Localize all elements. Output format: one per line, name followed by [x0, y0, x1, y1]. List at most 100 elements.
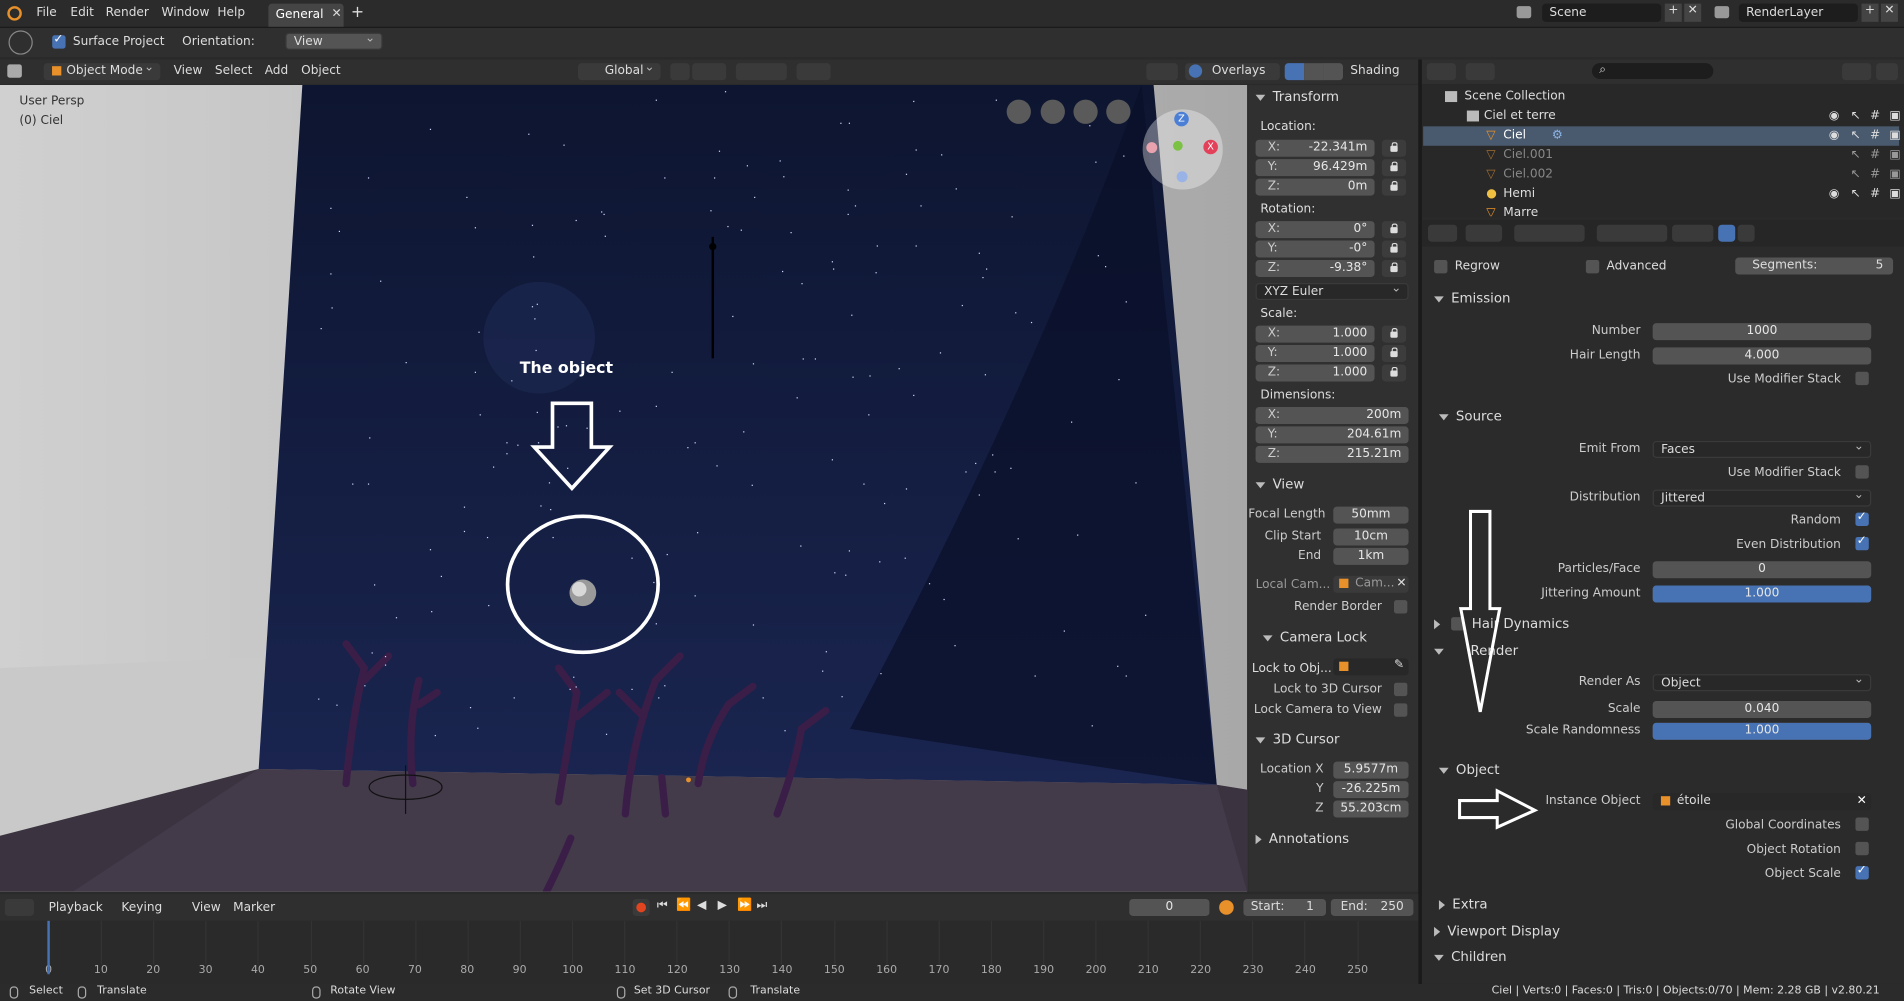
transform-panel-header[interactable]: Transform — [1255, 89, 1339, 104]
shading-material-button[interactable] — [1304, 63, 1324, 81]
visibility-eye-icon[interactable]: ◉ — [1829, 126, 1840, 145]
shading-solid-button[interactable] — [1284, 63, 1305, 81]
record-icon[interactable] — [632, 898, 650, 916]
timeline-ruler[interactable]: 0102030405060708090100110120130140150160… — [0, 920, 1419, 984]
lock-camera-to-view-checkbox[interactable] — [1394, 703, 1408, 717]
eyedropper-icon[interactable]: ✎ — [1394, 658, 1404, 671]
scene-icon[interactable] — [1516, 6, 1532, 19]
rotation-y-field[interactable]: Y: -0° — [1255, 240, 1375, 258]
shading-label[interactable]: Shading — [1350, 64, 1399, 77]
editor-type-icon[interactable] — [7, 64, 22, 78]
play-icon[interactable]: ▶ — [718, 899, 727, 912]
new-collection-icon[interactable] — [1876, 63, 1898, 81]
selectable-icon[interactable]: ↖ — [1851, 146, 1861, 165]
preview-range-icon[interactable] — [1219, 900, 1234, 915]
render-toggle-icon[interactable]: ▣ — [1889, 165, 1900, 184]
camera-lock-panel-header[interactable]: Camera Lock — [1262, 629, 1367, 645]
neg-z-axis-icon[interactable] — [1176, 171, 1188, 183]
menu-window[interactable]: Window — [162, 6, 210, 19]
mode-dropdown[interactable]: ■ Object Mode — [43, 60, 161, 81]
viewport-toggle-icon[interactable]: # — [1870, 185, 1880, 204]
timeline-menu-keying[interactable]: Keying — [121, 901, 162, 914]
timeline-menu-view[interactable]: View — [192, 901, 221, 914]
cursor-y-field[interactable]: -26.225m — [1333, 781, 1409, 799]
shading-rendered-button[interactable] — [1323, 63, 1344, 81]
timeline-editor-icon[interactable] — [4, 898, 35, 916]
current-frame-field[interactable]: 0 — [1129, 898, 1210, 916]
z-axis-icon[interactable]: Z — [1174, 111, 1189, 127]
lock-to-3d-cursor-checkbox[interactable] — [1394, 682, 1408, 697]
lock-location-y-icon[interactable] — [1381, 159, 1407, 177]
end-frame-field[interactable]: End: 250 — [1330, 898, 1414, 916]
location-y-field[interactable]: Y: 96.429m — [1255, 159, 1375, 177]
outliner-row-ciel-001[interactable]: ▽ Ciel.001 ↖ # ▣ — [1423, 146, 1901, 165]
y-axis-icon[interactable] — [1173, 140, 1183, 151]
scene-field[interactable]: Scene — [1542, 3, 1662, 22]
remove-scene-icon[interactable]: ✕ — [1684, 3, 1702, 22]
menu-edit[interactable]: Edit — [70, 6, 94, 19]
visibility-icon[interactable] — [1146, 63, 1178, 81]
viewport-toggle-icon[interactable]: # — [1870, 146, 1880, 165]
render-toggle-icon[interactable]: ▣ — [1889, 107, 1900, 126]
outliner-row-marre[interactable]: ▽ Marre — [1423, 204, 1899, 217]
selectable-icon[interactable]: ↖ — [1851, 185, 1861, 204]
pan-view-icon[interactable] — [1040, 99, 1065, 124]
lock-scale-x-icon[interactable] — [1381, 325, 1407, 343]
lock-rotation-x-icon[interactable] — [1381, 221, 1407, 239]
render-layer-icon[interactable] — [1714, 6, 1730, 19]
play-reverse-icon[interactable]: ◀ — [697, 899, 706, 912]
lock-location-x-icon[interactable] — [1381, 139, 1407, 157]
jump-end-icon[interactable]: ⏭ — [757, 899, 768, 912]
outliner-row-hemi[interactable]: ● Hemi ◉ ↖ # ▣ — [1423, 185, 1901, 204]
gizmo-icon[interactable] — [796, 63, 831, 81]
playhead[interactable] — [47, 920, 50, 975]
jump-start-icon[interactable]: ⏮ — [657, 899, 668, 912]
visibility-eye-icon[interactable]: ◉ — [1829, 107, 1840, 126]
lock-location-z-icon[interactable] — [1381, 178, 1407, 196]
rotation-z-field[interactable]: Z: -9.38° — [1255, 259, 1375, 277]
location-x-field[interactable]: X: -22.341m — [1255, 139, 1375, 157]
clear-camera-icon[interactable]: ✕ — [1396, 577, 1406, 590]
x-axis-icon[interactable]: X — [1203, 139, 1218, 155]
dimensions-x-field[interactable]: X: 200m — [1255, 406, 1409, 424]
vp-menu-add[interactable]: Add — [265, 64, 289, 77]
viewport-toggle-icon[interactable]: # — [1870, 107, 1880, 126]
dimensions-z-field[interactable]: Z: 215.21m — [1255, 445, 1409, 463]
lock-rotation-z-icon[interactable] — [1381, 259, 1407, 277]
overlays-toggle[interactable]: Overlays — [1185, 63, 1280, 81]
vp-menu-view[interactable]: View — [174, 64, 203, 77]
focal-length-field[interactable]: 50mm — [1333, 506, 1409, 524]
viewport-toggle-icon[interactable]: # — [1870, 126, 1880, 145]
timeline-menu-marker[interactable]: Marker — [233, 901, 275, 914]
3d-cursor-panel-header[interactable]: 3D Cursor — [1255, 731, 1340, 747]
outliner-search-input[interactable]: ⌕ — [1591, 63, 1714, 79]
viewport-toggle-icon[interactable]: # — [1870, 165, 1880, 184]
lock-to-object-field[interactable]: ■ ✎ — [1333, 658, 1409, 676]
vp-menu-select[interactable]: Select — [215, 64, 252, 77]
render-toggle-icon[interactable]: ▣ — [1889, 185, 1900, 204]
view-panel-header[interactable]: View — [1255, 476, 1304, 492]
location-z-field[interactable]: Z: 0m — [1255, 178, 1375, 196]
rotation-x-field[interactable]: X: 0° — [1255, 221, 1375, 239]
pivot-icon[interactable] — [670, 63, 690, 81]
render-layer-field[interactable]: RenderLayer — [1738, 3, 1858, 22]
add-render-layer-icon[interactable]: + — [1861, 3, 1879, 22]
lock-rotation-y-icon[interactable] — [1381, 240, 1407, 258]
menu-file[interactable]: File — [36, 6, 56, 19]
next-keyframe-icon[interactable]: ⏩ — [737, 899, 752, 912]
clip-end-field[interactable]: 1km — [1333, 547, 1409, 565]
add-scene-icon[interactable]: + — [1664, 3, 1682, 22]
scale-y-field[interactable]: Y: 1.000 — [1255, 345, 1375, 363]
proportional-edit-icon[interactable] — [735, 63, 787, 81]
render-toggle-icon[interactable]: ▣ — [1889, 146, 1900, 165]
viewport-3d[interactable]: User Persp (0) Ciel The object Z X — [0, 85, 1248, 892]
start-frame-field[interactable]: Start: 1 — [1243, 898, 1327, 916]
render-border-checkbox[interactable] — [1394, 600, 1408, 614]
move-view-icon[interactable] — [1073, 99, 1098, 124]
scale-z-field[interactable]: Z: 1.000 — [1255, 364, 1375, 382]
selectable-icon[interactable]: ↖ — [1851, 107, 1861, 126]
zoom-view-icon[interactable] — [1106, 99, 1131, 124]
lock-scale-y-icon[interactable] — [1381, 345, 1407, 363]
cursor-x-field[interactable]: 5.9577m — [1333, 761, 1409, 779]
render-toggle-icon[interactable]: ▣ — [1889, 126, 1900, 145]
